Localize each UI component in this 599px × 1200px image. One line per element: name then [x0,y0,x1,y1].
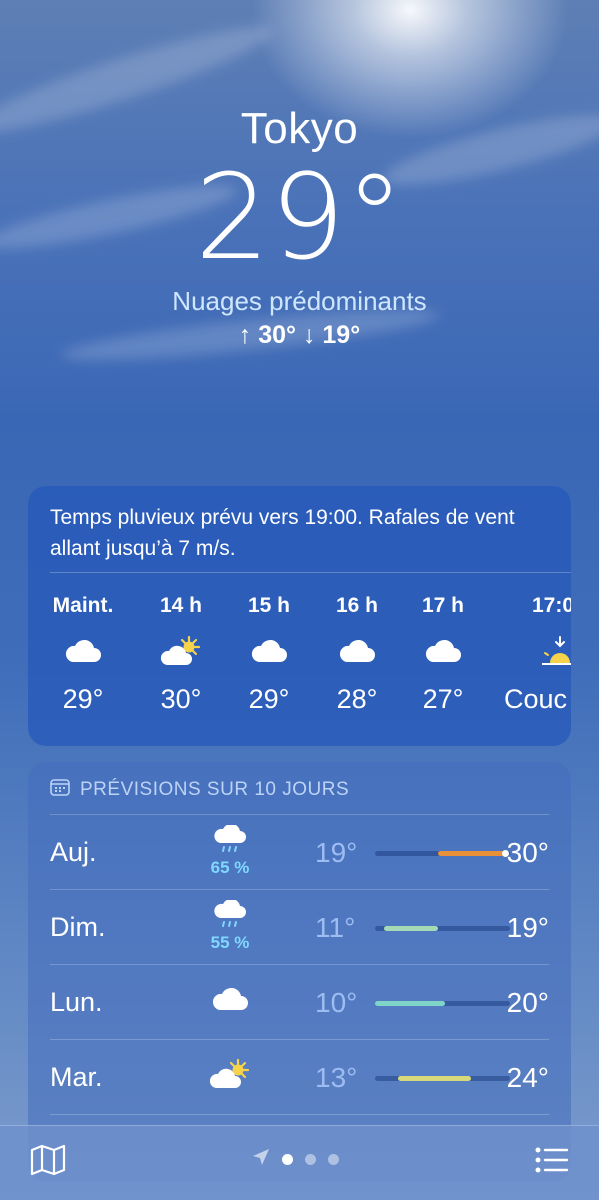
list-icon[interactable] [535,1146,569,1179]
cloud-icon [200,987,260,1016]
divider [50,572,571,573]
high-temp: 30° [506,837,549,868]
page-dot[interactable] [305,1154,316,1165]
forecast-header: PRÉVISIONS SUR 10 JOURS [50,778,349,802]
hour-temp: 28° [336,684,378,714]
high-temp: 19° [506,912,549,943]
temperature-range-bar [375,926,510,931]
hour-label: 17 h [421,594,465,617]
range-fill [375,1001,446,1006]
high-low-temperature: ↑ 30° ↓ 19° [238,321,361,349]
precipitation-chance: 55 % [210,933,250,952]
page-dot-active[interactable] [282,1154,293,1165]
hourly-forecast-card[interactable]: Temps pluvieux prévu vers 19:00. Rafales… [28,486,571,746]
hour-temp: 29° [62,684,104,714]
forecast-row[interactable]: Auj. 65 % 19° 30° [50,814,549,889]
page-indicator[interactable] [252,1148,339,1171]
forecast-day: Mar. [50,1062,103,1092]
forecast-row[interactable]: Dim. 55 % 11° 19° [50,889,549,964]
partly-sunny-icon [136,634,226,668]
rain-cloud-icon: 65 % [200,823,260,878]
hour-temp: 29° [248,684,290,714]
forecast-row[interactable]: Lun. 10° 20° [50,964,549,1039]
hour-item: Maint. 29° [38,594,128,715]
forecast-day: Auj. [50,837,97,867]
hour-label: 16 h [335,594,379,617]
cloud-icon [38,634,128,668]
forecast-row[interactable]: Mar. 13° 24° [50,1039,549,1114]
hour-label: Maint. [52,594,114,617]
cloud-icon [398,634,488,668]
current-weather-header: Tokyo 29° Nuages prédominants ↑ 30° ↓ 19… [0,104,599,350]
hour-item: 14 h 30° [136,594,226,715]
cloud-icon [224,634,314,668]
hour-temp: 27° [422,684,464,714]
hour-item: 17 h 27° [398,594,488,715]
low-temp: 19° [315,837,358,868]
ten-day-forecast-card[interactable]: PRÉVISIONS SUR 10 JOURS Auj. 65 % 19° 30… [28,762,571,1182]
page-dot[interactable] [328,1154,339,1165]
precipitation-chance: 65 % [210,858,250,877]
hour-item: 16 h 28° [312,594,402,715]
temperature-range-bar [375,1076,510,1081]
rain-cloud-icon: 55 % [200,898,260,953]
temperature-range-bar [375,1001,510,1006]
range-fill [397,1076,471,1081]
city-name: Tokyo [240,104,359,153]
forecast-day: Lun. [50,987,103,1017]
hour-temp: Couc [504,684,568,714]
range-fill [384,926,439,931]
temperature-range-bar [375,850,510,857]
map-icon[interactable] [30,1144,66,1181]
high-temp: 20° [506,987,549,1018]
location-arrow-icon [252,1148,270,1171]
hourly-summary: Temps pluvieux prévu vers 19:00. Rafales… [50,506,515,560]
hour-item: 17:0 Couc [502,594,571,715]
weather-condition: Nuages prédominants [172,286,427,316]
low-temp: 11° [315,912,356,943]
hour-item: 15 h 29° [224,594,314,715]
range-fill [438,851,505,856]
cloud-icon [312,634,402,668]
low-temp: 10° [315,987,358,1018]
sunset-icon [502,634,571,668]
forecast-day: Dim. [50,912,106,942]
hour-label: 15 h [247,594,291,617]
hour-label: 14 h [159,594,203,617]
calendar-icon [50,778,70,802]
bottom-toolbar [0,1125,599,1200]
low-temp: 13° [315,1062,358,1093]
hourly-strip[interactable]: Maint. 29° 14 h 30° 15 h 29° 16 h 28° 17… [28,594,571,734]
hour-label: 17:0 [532,594,571,617]
partly-sunny-icon [200,1058,260,1095]
high-temp: 24° [506,1062,549,1093]
current-temperature: 29° [194,148,405,286]
forecast-title: PRÉVISIONS SUR 10 JOURS [80,779,350,800]
hour-temp: 30° [160,684,202,714]
